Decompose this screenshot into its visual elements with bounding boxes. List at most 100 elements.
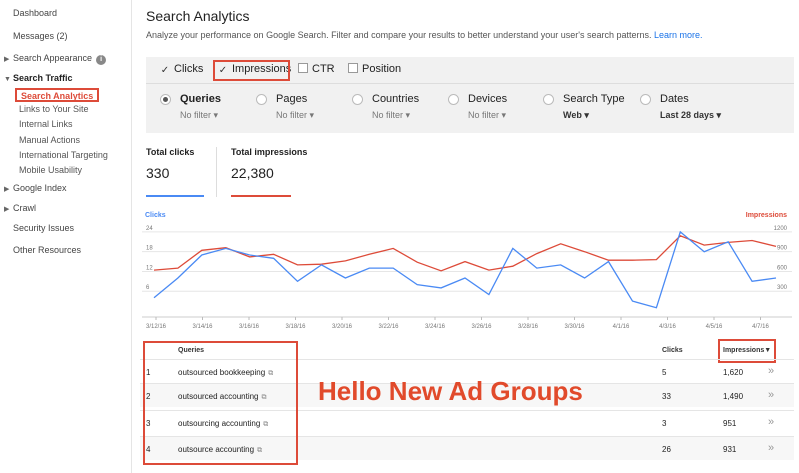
x-axis-tick-label: 4/5/16 xyxy=(706,324,723,330)
row-impressions: 951 xyxy=(723,419,737,428)
right-axis-tick-label: 1200 xyxy=(774,226,788,232)
group-pages-label: Pages xyxy=(276,93,308,105)
x-axis-tick-label: 3/16/16 xyxy=(239,324,260,330)
checkbox-unchecked-icon xyxy=(348,63,358,73)
row-impressions: 931 xyxy=(723,445,737,454)
total-impressions-value: 22,380 xyxy=(231,165,274,181)
left-axis-tick-label: 6 xyxy=(146,285,150,291)
total-impressions-label: Total impressions xyxy=(231,147,308,157)
right-axis-tick-label: 900 xyxy=(777,246,788,252)
metric-clicks-label: Clicks xyxy=(174,63,204,75)
radio-icon xyxy=(448,94,459,105)
nav-other-resources[interactable]: Other Resources xyxy=(13,245,81,255)
sidebar: Dashboard Messages (2) ▶ Search Appearanc… xyxy=(0,0,132,473)
group-dates-filter[interactable]: Last 28 days ▾ xyxy=(660,110,721,121)
row-impressions: 1,490 xyxy=(723,392,744,401)
group-queries-label: Queries xyxy=(180,93,221,105)
right-axis-tick-label: 600 xyxy=(777,265,788,271)
nav-search-appearance-label: Search Appearance xyxy=(13,53,93,63)
impressions-highlight-box xyxy=(213,60,290,81)
nav-internal-links[interactable]: Internal Links xyxy=(19,119,73,129)
x-axis-tick-label: 3/14/16 xyxy=(192,324,213,330)
right-axis-tick-label: 300 xyxy=(777,285,788,291)
group-search-type-label: Search Type xyxy=(563,93,625,105)
group-devices-filter[interactable]: No filter ▾ xyxy=(468,110,506,121)
row-clicks: 5 xyxy=(662,368,667,377)
nav-google-index[interactable]: ▶ Google Index xyxy=(4,183,67,193)
caret-right-icon: ▶ xyxy=(4,186,10,193)
nav-manual-actions[interactable]: Manual Actions xyxy=(19,135,80,145)
left-axis-tick-label: 24 xyxy=(146,226,153,232)
total-clicks-card[interactable]: Total clicks 330 xyxy=(146,147,206,197)
nav-search-traffic[interactable]: ▼ Search Traffic xyxy=(4,73,73,83)
x-axis-tick-label: 4/3/16 xyxy=(659,324,676,330)
nav-messages[interactable]: Messages (2) xyxy=(13,31,68,41)
metric-position-checkbox[interactable]: Position xyxy=(348,63,401,75)
group-countries-filter[interactable]: No filter ▾ xyxy=(372,110,410,121)
checkbox-unchecked-icon xyxy=(298,63,308,73)
line-chart: Clicks Impressions 6 12 18 24 300 600 900 1200 3… xyxy=(142,212,792,330)
total-clicks-value: 330 xyxy=(146,165,170,181)
chevron-double-right-icon[interactable]: » xyxy=(768,365,774,377)
x-axis-tick-label: 3/30/16 xyxy=(564,324,585,330)
nav-search-traffic-label: Search Traffic xyxy=(13,73,73,83)
x-axis-tick-label: 4/7/16 xyxy=(752,324,769,330)
nav-search-analytics[interactable]: Search Analytics xyxy=(15,88,100,102)
left-axis-title: Clicks xyxy=(145,212,166,219)
learn-more-link[interactable]: Learn more. xyxy=(654,30,703,40)
row-clicks: 3 xyxy=(662,419,667,428)
x-axis-tick-label: 4/1/16 xyxy=(613,324,630,330)
x-axis-tick-label: 3/12/16 xyxy=(146,324,167,330)
nav-google-index-label: Google Index xyxy=(13,183,67,193)
radio-icon xyxy=(640,94,651,105)
nav-security-issues[interactable]: Security Issues xyxy=(13,223,74,233)
column-header-clicks[interactable]: Clicks xyxy=(662,347,683,354)
page-title: Search Analytics xyxy=(146,8,250,24)
chevron-double-right-icon[interactable]: » xyxy=(768,416,774,428)
overlay-annotation: Hello New Ad Groups xyxy=(318,376,583,406)
x-axis-tick-label: 3/18/16 xyxy=(285,324,306,330)
total-clicks-underline xyxy=(146,195,204,197)
x-axis-tick-label: 3/22/16 xyxy=(378,324,399,330)
nav-international-targeting[interactable]: International Targeting xyxy=(19,150,108,160)
nav-dashboard[interactable]: Dashboard xyxy=(13,8,57,18)
total-clicks-label: Total clicks xyxy=(146,147,195,157)
queries-highlight-box xyxy=(143,341,298,465)
series-line-impressions xyxy=(153,235,777,272)
x-axis-tick-label: 3/24/16 xyxy=(425,324,446,330)
chevron-double-right-icon[interactable]: » xyxy=(768,389,774,401)
nav-search-appearance[interactable]: ▶ Search Appearance i xyxy=(4,53,107,65)
x-axis-tick-label: 3/28/16 xyxy=(518,324,539,330)
group-queries-filter[interactable]: No filter ▾ xyxy=(180,110,218,121)
nav-links-to-site[interactable]: Links to Your Site xyxy=(19,104,89,114)
caret-right-icon: ▶ xyxy=(4,206,10,213)
radio-selected-icon xyxy=(160,94,171,105)
total-impressions-underline xyxy=(231,195,291,197)
metric-clicks-checkbox[interactable]: ✓ Clicks xyxy=(160,63,204,77)
checkbox-checked-icon: ✓ xyxy=(160,65,170,76)
metric-ctr-label: CTR xyxy=(312,63,335,75)
nav-crawl[interactable]: ▶ Crawl xyxy=(4,203,36,213)
nav-crawl-label: Crawl xyxy=(13,203,37,213)
group-dates-label: Dates xyxy=(660,93,689,105)
filter-panel: ✓ Clicks ✓ Impressions CTR Position Querie… xyxy=(146,57,794,133)
group-search-type-filter[interactable]: Web ▾ xyxy=(563,110,589,121)
row-impressions: 1,620 xyxy=(723,368,744,377)
metric-ctr-checkbox[interactable]: CTR xyxy=(298,63,335,75)
row-clicks: 33 xyxy=(662,392,671,401)
info-icon[interactable]: i xyxy=(96,55,107,65)
radio-icon xyxy=(543,94,554,105)
nav-mobile-usability[interactable]: Mobile Usability xyxy=(19,165,82,175)
caret-right-icon: ▶ xyxy=(4,56,10,63)
right-axis-title: Impressions xyxy=(746,212,787,219)
row-clicks: 26 xyxy=(662,445,671,454)
metric-position-label: Position xyxy=(362,63,402,75)
radio-icon xyxy=(256,94,267,105)
chevron-double-right-icon[interactable]: » xyxy=(768,442,774,454)
left-axis-tick-label: 12 xyxy=(146,265,153,271)
group-pages-filter[interactable]: No filter ▾ xyxy=(276,110,314,121)
radio-icon xyxy=(352,94,363,105)
series-line-clicks xyxy=(153,230,777,309)
total-impressions-card[interactable]: Total impressions 22,380 xyxy=(231,147,311,197)
caret-down-icon: ▼ xyxy=(4,76,11,83)
